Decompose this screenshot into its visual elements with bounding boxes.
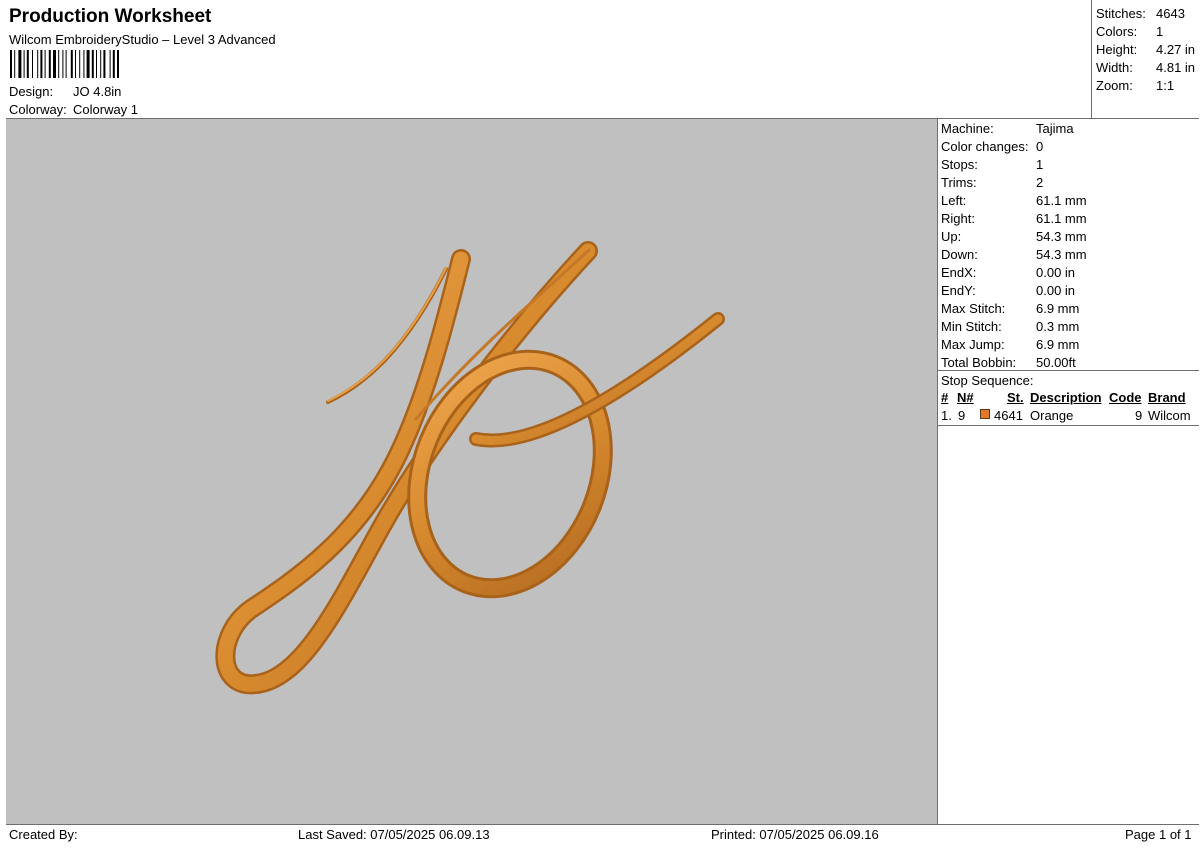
property-row: Total Bobbin: 50.00ft: [941, 355, 1076, 370]
property-row: Right: 61.1 mm: [941, 211, 1087, 226]
stop-header-st: St.: [1007, 390, 1024, 405]
barcode-icon: [10, 50, 119, 78]
summary-zoom: Zoom: 1:1: [1096, 78, 1175, 93]
stop-row-brand: Wilcom: [1148, 408, 1191, 423]
property-row: Color changes: 0: [941, 139, 1043, 154]
property-label: Left:: [941, 193, 967, 208]
property-value: 54.3 mm: [1036, 229, 1087, 244]
property-label: Color changes:: [941, 139, 1029, 154]
stop-row-code: 9: [1135, 408, 1143, 423]
stop-header-n: N#: [957, 390, 974, 405]
design-label: Design:: [9, 84, 54, 99]
embroidery-design-preview: [215, 241, 725, 695]
property-value: 50.00ft: [1036, 355, 1076, 370]
property-row: Up: 54.3 mm: [941, 229, 1087, 244]
stop-row-st: 4641: [994, 408, 1023, 423]
property-value: 54.3 mm: [1036, 247, 1087, 262]
stop-divider: [938, 370, 1199, 371]
summary-width: Width: 4.81 in: [1096, 60, 1196, 75]
stop-header-code: Code: [1109, 390, 1142, 405]
property-value: 0.00 in: [1036, 283, 1076, 298]
stop-header-brand: Brand: [1148, 390, 1186, 405]
property-label: Min Stitch:: [941, 319, 1002, 334]
software-subtitle: Wilcom EmbroideryStudio – Level 3 Advanc…: [9, 32, 276, 47]
property-label: Right:: [941, 211, 975, 226]
property-row: Trims: 2: [941, 175, 1043, 190]
property-row: Machine: Tajima: [941, 121, 1074, 136]
property-label: Total Bobbin:: [941, 355, 1017, 370]
colorway-row: Colorway: Colorway 1: [9, 102, 138, 117]
property-row: Max Jump: 6.9 mm: [941, 337, 1079, 352]
stop-row-description: Orange: [1030, 408, 1074, 423]
design-value: JO 4.8in: [73, 84, 122, 99]
property-value: 61.1 mm: [1036, 211, 1087, 226]
property-row: EndY: 0.00 in: [941, 283, 1075, 298]
design-canvas[interactable]: [6, 119, 938, 824]
footer-created-by: Created By:: [9, 827, 78, 842]
property-value: 0.00 in: [1036, 265, 1076, 280]
property-label: Max Jump:: [941, 337, 1005, 352]
property-label: Trims:: [941, 175, 977, 190]
property-row: Stops: 1: [941, 157, 1043, 172]
property-value: 2: [1036, 175, 1044, 190]
property-row: Max Stitch: 6.9 mm: [941, 301, 1079, 316]
property-label: EndX:: [941, 265, 977, 280]
summary-stitches: Stitches: 4643: [1096, 6, 1185, 21]
property-value: 0: [1036, 139, 1044, 154]
footer-last-saved: Last Saved: 07/05/2025 06.09.13: [298, 827, 490, 842]
worksheet-title: Production Worksheet: [9, 6, 212, 27]
stop-sequence-title: Stop Sequence:: [941, 373, 1034, 388]
summary-colors: Colors: 1: [1096, 24, 1164, 39]
footer-page: Page 1 of 1: [1125, 827, 1192, 842]
colorway-label: Colorway:: [9, 102, 67, 117]
design-row: Design: JO 4.8in: [9, 84, 121, 99]
colorway-value: Colorway 1: [73, 102, 139, 117]
footer-divider: [6, 824, 1199, 825]
stop-header-num: #: [941, 390, 949, 405]
property-label: Down:: [941, 247, 978, 262]
property-value: 0.3 mm: [1036, 319, 1080, 334]
property-label: Max Stitch:: [941, 301, 1006, 316]
thread-color-swatch: [980, 409, 990, 419]
stop-row-num: 1.: [941, 408, 952, 423]
property-label: EndY:: [941, 283, 976, 298]
property-value: 6.9 mm: [1036, 337, 1080, 352]
property-row: EndX: 0.00 in: [941, 265, 1075, 280]
property-row: Left: 61.1 mm: [941, 193, 1087, 208]
property-value: 6.9 mm: [1036, 301, 1080, 316]
property-label: Stops:: [941, 157, 978, 172]
property-label: Machine:: [941, 121, 994, 136]
stop-row-n: 9: [958, 408, 966, 423]
property-value: 1: [1036, 157, 1044, 172]
property-value: 61.1 mm: [1036, 193, 1087, 208]
summary-box: Stitches: 4643 Colors: 1 Height: 4.27 in Wi…: [1091, 0, 1200, 118]
summary-height: Height: 4.27 in: [1096, 42, 1196, 57]
stop-table-divider: [938, 425, 1199, 426]
property-label: Up:: [941, 229, 962, 244]
footer-printed: Printed: 07/05/2025 06.09.16: [711, 827, 879, 842]
property-row: Min Stitch: 0.3 mm: [941, 319, 1079, 334]
stop-header-description: Description: [1030, 390, 1102, 405]
property-row: Down: 54.3 mm: [941, 247, 1087, 262]
property-value: Tajima: [1036, 121, 1074, 136]
